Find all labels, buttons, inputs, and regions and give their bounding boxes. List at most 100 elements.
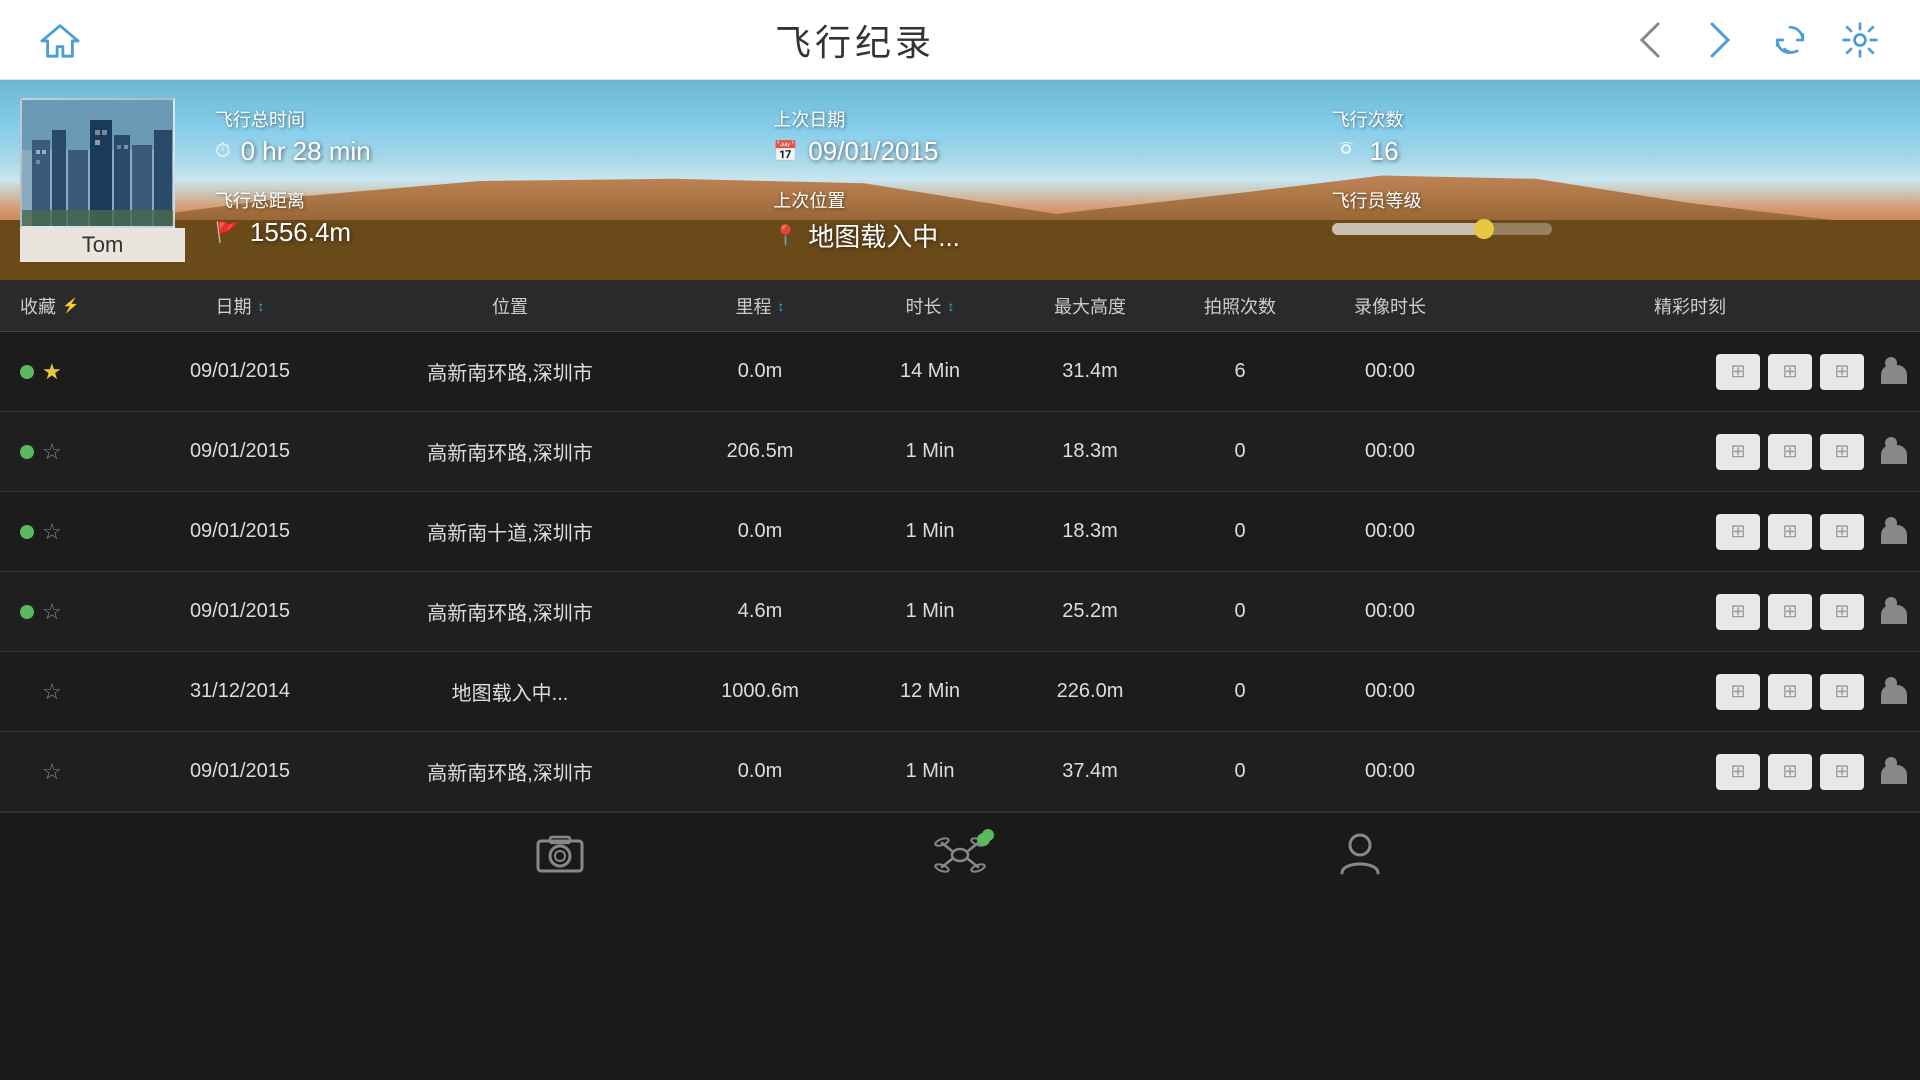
th-max-altitude: 最大高度	[1010, 293, 1170, 319]
table-row[interactable]: ☆ 09/01/2015 高新南十道,深圳市 0.0m 1 Min 18.3m …	[0, 492, 1920, 572]
location-icon: 📍	[773, 223, 798, 248]
td-actions-0	[1470, 354, 1910, 390]
bottom-nav-user[interactable]	[1160, 813, 1560, 902]
td-location-1: 高新南环路,深圳市	[350, 437, 670, 466]
table-row[interactable]: ☆ 09/01/2015 高新南环路,深圳市 4.6m 1 Min 25.2m …	[0, 572, 1920, 652]
clock-icon: ⏱	[215, 140, 231, 163]
action-btn-3-2[interactable]	[1820, 514, 1864, 550]
sort-duration[interactable]: ↕	[948, 298, 955, 314]
td-favorites-1: ☆	[10, 439, 130, 465]
th-video: 录像时长	[1310, 293, 1470, 319]
action-btn-3-1[interactable]	[1820, 434, 1864, 470]
td-video-4: 00:00	[1310, 680, 1470, 703]
action-btn-1-1[interactable]	[1716, 434, 1760, 470]
action-btn-2-0[interactable]	[1768, 354, 1812, 390]
action-btn-1-5[interactable]	[1716, 754, 1760, 790]
stats-area: 飞行总时间 ⏱ 0 hr 28 min 飞行总距离 🚩 1556.4m 上次日期…	[185, 96, 1920, 264]
action-btn-2-4[interactable]	[1768, 674, 1812, 710]
status-dot-3	[20, 605, 34, 619]
table-row[interactable]: ☆ 31/12/2014 地图载入中... 1000.6m 12 Min 226…	[0, 652, 1920, 732]
td-distance-1: 206.5m	[670, 440, 850, 463]
status-dot-0	[20, 365, 34, 379]
status-dot-5	[20, 765, 34, 779]
top-navigation: 飞行纪录	[0, 0, 1920, 80]
calendar-icon: 📅	[773, 139, 798, 164]
drone-active-dot	[977, 833, 990, 846]
table-row[interactable]: ☆ 09/01/2015 高新南环路,深圳市 0.0m 1 Min 37.4m …	[0, 732, 1920, 812]
td-location-0: 高新南环路,深圳市	[350, 357, 670, 386]
td-actions-1	[1470, 434, 1910, 470]
td-actions-4	[1470, 674, 1910, 710]
td-video-0: 00:00	[1310, 360, 1470, 383]
camera-nav-icon	[536, 833, 584, 882]
table-body: ★ 09/01/2015 高新南环路,深圳市 0.0m 14 Min 31.4m…	[0, 332, 1920, 812]
sort-favorites[interactable]: ⚡	[62, 297, 79, 314]
action-btn-1-0[interactable]	[1716, 354, 1760, 390]
stat-group-count-level: 飞行次数 16 飞行员等级	[1332, 106, 1890, 254]
td-altitude-0: 31.4m	[1010, 360, 1170, 383]
td-location-3: 高新南环路,深圳市	[350, 597, 670, 626]
bottom-nav-camera[interactable]	[360, 813, 760, 902]
td-duration-5: 1 Min	[850, 760, 1010, 783]
td-distance-4: 1000.6m	[670, 680, 850, 703]
back-button[interactable]	[1630, 20, 1670, 60]
star-0[interactable]: ★	[42, 359, 62, 385]
sort-date[interactable]: ↕	[258, 298, 265, 314]
star-3[interactable]: ☆	[42, 599, 62, 625]
action-btn-3-3[interactable]	[1820, 594, 1864, 630]
star-2[interactable]: ☆	[42, 519, 62, 545]
td-date-0: 09/01/2015	[130, 360, 350, 383]
settings-button[interactable]	[1840, 20, 1880, 60]
td-date-4: 31/12/2014	[130, 680, 350, 703]
action-btn-3-5[interactable]	[1820, 754, 1864, 790]
td-actions-2	[1470, 514, 1910, 550]
td-video-1: 00:00	[1310, 440, 1470, 463]
action-btn-1-3[interactable]	[1716, 594, 1760, 630]
stat-total-time: 飞行总时间 ⏱ 0 hr 28 min	[215, 106, 773, 167]
action-btn-2-1[interactable]	[1768, 434, 1812, 470]
td-duration-4: 12 Min	[850, 680, 1010, 703]
td-distance-5: 0.0m	[670, 760, 850, 783]
td-photos-5: 0	[1170, 760, 1310, 783]
status-dot-4	[20, 685, 34, 699]
th-photos: 拍照次数	[1170, 293, 1310, 319]
star-4[interactable]: ☆	[42, 679, 62, 705]
td-date-1: 09/01/2015	[130, 440, 350, 463]
td-location-2: 高新南十道,深圳市	[350, 517, 670, 546]
td-date-3: 09/01/2015	[130, 600, 350, 623]
table-row[interactable]: ☆ 09/01/2015 高新南环路,深圳市 206.5m 1 Min 18.3…	[0, 412, 1920, 492]
action-btn-1-4[interactable]	[1716, 674, 1760, 710]
action-btn-3-0[interactable]	[1820, 354, 1864, 390]
bottom-nav-drone[interactable]	[760, 813, 1160, 902]
td-distance-2: 0.0m	[670, 520, 850, 543]
home-button[interactable]	[40, 20, 80, 60]
td-actions-3	[1470, 594, 1910, 630]
action-btn-1-2[interactable]	[1716, 514, 1760, 550]
td-photos-4: 0	[1170, 680, 1310, 703]
sync-button[interactable]	[1770, 20, 1810, 60]
stat-pilot-level: 飞行员等级	[1332, 187, 1890, 235]
td-location-5: 高新南环路,深圳市	[350, 757, 670, 786]
star-5[interactable]: ☆	[42, 759, 62, 785]
star-1[interactable]: ☆	[42, 439, 62, 465]
action-btn-2-3[interactable]	[1768, 594, 1812, 630]
th-highlights: 精彩时刻	[1470, 293, 1910, 319]
td-photos-3: 0	[1170, 600, 1310, 623]
page-title: 飞行纪录	[775, 14, 935, 66]
forward-button[interactable]	[1700, 20, 1740, 60]
hero-section: Tom 飞行总时间 ⏱ 0 hr 28 min 飞行总距离 🚩 1556.4m	[0, 80, 1920, 280]
sort-distance[interactable]: ↕	[778, 298, 785, 314]
td-favorites-0: ★	[10, 359, 130, 385]
action-btn-3-4[interactable]	[1820, 674, 1864, 710]
td-distance-0: 0.0m	[670, 360, 850, 383]
nav-actions	[1630, 20, 1880, 60]
td-photos-0: 6	[1170, 360, 1310, 383]
action-btn-2-5[interactable]	[1768, 754, 1812, 790]
action-btn-2-2[interactable]	[1768, 514, 1812, 550]
th-location: 位置	[350, 293, 670, 319]
drone-count-icon	[1332, 137, 1360, 167]
user-nav-icon	[1340, 831, 1380, 884]
status-dot-2	[20, 525, 34, 539]
td-favorites-2: ☆	[10, 519, 130, 545]
table-row[interactable]: ★ 09/01/2015 高新南环路,深圳市 0.0m 14 Min 31.4m…	[0, 332, 1920, 412]
